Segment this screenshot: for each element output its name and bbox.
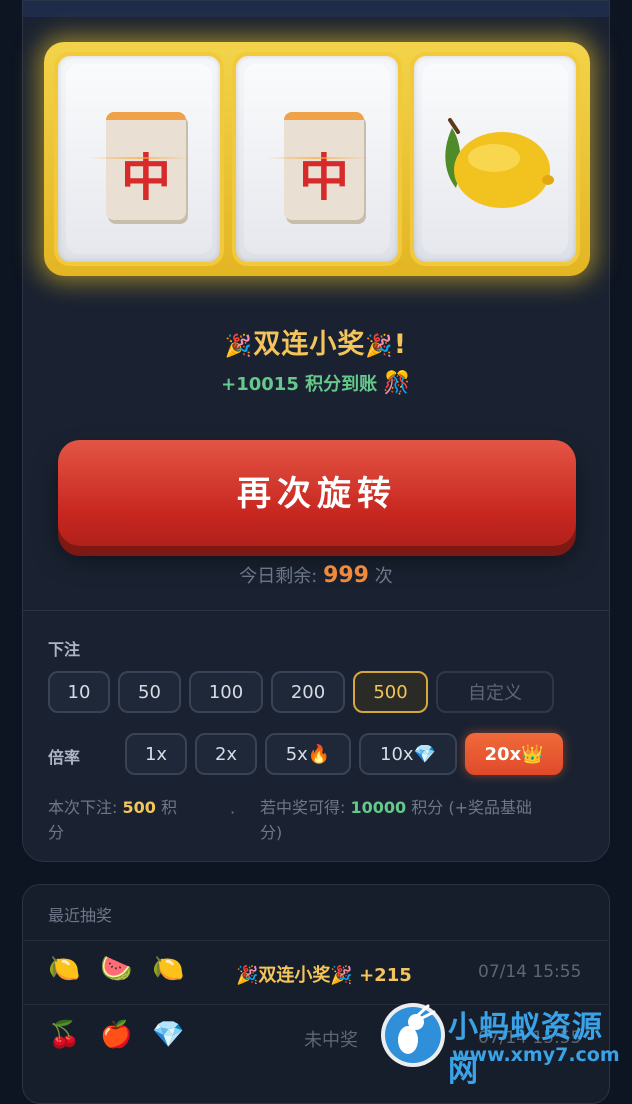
remaining-suffix: 次	[374, 566, 393, 587]
bet-option-500[interactable]: 500	[353, 671, 428, 713]
reel-1: 中	[54, 52, 224, 266]
lemon-icon: 🍋	[152, 954, 185, 984]
reel-frame: 中 中	[44, 42, 590, 276]
divider	[22, 940, 610, 941]
bet-option-200[interactable]: 200	[271, 671, 345, 713]
multiplier-label: 倍率	[48, 748, 81, 767]
win-summary-value: 10000	[350, 798, 407, 817]
win-summary-unit: 积分	[411, 798, 444, 817]
multiplier-option-20x[interactable]: 20x👑	[465, 733, 563, 775]
mahjong-red-dragon-icon: 中	[284, 112, 364, 220]
bet-summary-unit: 积	[161, 798, 178, 817]
party-popper-icon: 🎉	[365, 334, 394, 359]
lemon-icon: 🍋	[48, 954, 81, 984]
bet-option-50[interactable]: 50	[118, 671, 181, 713]
multiplier-option-1x[interactable]: 1x	[125, 733, 187, 775]
remaining-prefix: 今日剩余:	[239, 566, 318, 587]
watermark-url: www.xmy7.com	[452, 1044, 620, 1066]
win-summary-note: (+奖品基础	[448, 798, 533, 817]
bet-option-10[interactable]: 10	[48, 671, 110, 713]
bet-custom-button[interactable]: 自定义	[436, 671, 554, 713]
result-title-text: 双连小奖	[253, 329, 366, 360]
lemon-icon	[445, 118, 554, 208]
apple-icon: 🍎	[100, 1020, 133, 1050]
watermelon-icon: 🍉	[100, 954, 133, 984]
recent-result: 🎉双连小奖🎉 +215	[236, 965, 412, 986]
diamond-icon: 💎	[152, 1020, 185, 1050]
multiplier-option-5x[interactable]: 5x🔥	[265, 733, 351, 775]
watermark-ant-logo	[381, 1003, 445, 1067]
points-awarded: +10015 积分到账 🎊	[0, 370, 632, 396]
bet-summary-prefix: 本次下注:	[48, 798, 118, 817]
mahjong-red-dragon-icon: 中	[106, 112, 186, 220]
party-popper-icon: 🎉	[224, 334, 254, 359]
summary-dot: ·	[230, 803, 236, 822]
bet-summary-unit-wrap: 分	[48, 823, 65, 842]
win-summary-note-wrap: 分)	[260, 823, 283, 842]
result-exclamation: !	[393, 329, 408, 360]
recent-draws-title: 最近抽奖	[48, 906, 113, 925]
spin-again-button[interactable]: 再次旋转	[58, 440, 576, 546]
result-title: 🎉双连小奖🎉!	[0, 322, 632, 361]
recent-result: 未中奖	[304, 1030, 358, 1051]
bet-label: 下注	[48, 640, 81, 659]
cherry-icon: 🍒	[48, 1020, 81, 1050]
remaining-spins: 今日剩余: 999 次	[0, 562, 632, 588]
bet-summary: 本次下注: 500 积 分	[48, 795, 218, 845]
bet-summary-value: 500	[122, 798, 156, 817]
win-summary: 若中奖可得: 10000 积分 (+奖品基础 分)	[260, 795, 620, 845]
recent-time: 07/14 15:55	[478, 962, 582, 982]
divider	[22, 610, 610, 611]
reel-3	[410, 52, 580, 266]
multiplier-option-10x[interactable]: 10x💎	[359, 733, 457, 775]
points-awarded-text: +10015 积分到账	[221, 374, 378, 395]
multiplier-option-2x[interactable]: 2x	[195, 733, 257, 775]
confetti-icon: 🎊	[383, 371, 411, 396]
reel-2: 中	[232, 52, 402, 266]
remaining-count: 999	[323, 563, 369, 588]
top-strip	[23, 1, 609, 17]
win-summary-prefix: 若中奖可得:	[260, 798, 346, 817]
bet-option-100[interactable]: 100	[189, 671, 263, 713]
